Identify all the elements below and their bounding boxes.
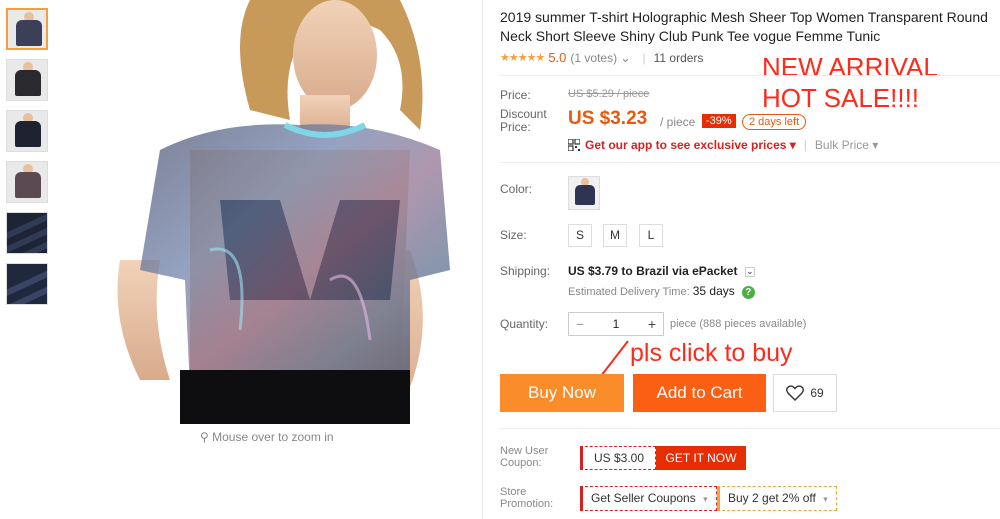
thumbnail-list (6, 8, 50, 314)
shipping-destination: Brazil via ePacket (636, 264, 738, 278)
estimated-delivery-label: Estimated Delivery Time: (568, 286, 690, 298)
wishlist-count: 69 (810, 386, 824, 400)
quantity-decrease-button[interactable]: − (569, 316, 591, 332)
heart-icon (786, 385, 805, 401)
new-user-label-line-1: New User (500, 445, 549, 457)
rating-row: ★★★★★ 5.0 (1 votes) ⌄ | 11 orders (500, 50, 703, 65)
estimated-delivery-days: 35 days (692, 284, 735, 298)
thumbnail-shirt (15, 70, 41, 96)
original-price: US $5.29 / piece (568, 88, 650, 100)
swatch-shirt (575, 185, 595, 205)
promo-line-2: HOT SALE!!!! (762, 83, 920, 113)
orders-count: 11 orders (653, 50, 704, 65)
product-info: 2019 summer T-shirt Holographic Mesh She… (500, 0, 1000, 519)
wishlist-button[interactable]: 69 (773, 374, 837, 412)
chevron-down-icon: ▾ (703, 494, 708, 504)
bundle-offer-dropdown[interactable]: Buy 2 get 2% off ▾ (717, 486, 837, 511)
divider (500, 428, 1000, 429)
separator: | (803, 138, 807, 152)
shipping-to: to (621, 264, 633, 278)
rating-value: 5.0 (548, 50, 567, 65)
discount-percent-badge: -39% (702, 114, 736, 128)
quantity-increase-button[interactable]: + (641, 316, 663, 332)
shipping-option[interactable]: US $3.79 to Brazil via ePacket ⌄ (568, 264, 755, 278)
discount-label-line-2: Price: (500, 120, 531, 134)
qr-code-icon (568, 139, 580, 151)
discount-price: US $3.23 (568, 108, 648, 129)
thumbnail-3[interactable] (6, 110, 48, 152)
get-it-now-button[interactable]: GET IT NOW (656, 446, 746, 470)
price-label: Price: (500, 88, 531, 102)
divider (500, 162, 1000, 163)
app-prices-text: Get our app to see exclusive prices (585, 138, 787, 152)
days-left-badge: 2 days left (742, 114, 807, 130)
app-prices-link[interactable]: Get our app to see exclusive prices ▾ (585, 138, 796, 152)
buy-now-button[interactable]: Buy Now (500, 374, 624, 412)
coupon-amount: US $3.00 (580, 446, 656, 470)
product-title: 2019 summer T-shirt Holographic Mesh She… (500, 9, 988, 44)
thumbnail-shirt (15, 121, 41, 147)
quantity-available: piece (888 pieces available) (670, 318, 807, 330)
size-label: Size: (500, 228, 527, 242)
chevron-down-icon: ▾ (823, 494, 828, 504)
new-user-coupon: US $3.00 GET IT NOW (580, 446, 746, 470)
chevron-down-icon: ▾ (872, 138, 879, 152)
color-label: Color: (500, 182, 533, 196)
store-promotion-label: Store Promotion: (500, 486, 553, 510)
store-label-line-2: Promotion: (500, 498, 554, 510)
zoom-hint: ⚲ Mouse over to zoom in (200, 430, 334, 444)
column-divider (482, 0, 483, 519)
thumbnail-shirt (16, 20, 42, 46)
thumbnail-4[interactable] (6, 161, 48, 203)
per-piece-unit: / piece (660, 115, 696, 129)
votes-link[interactable]: (1 votes) ⌄ (570, 51, 630, 65)
quantity-input[interactable]: 1 (591, 317, 641, 331)
product-photo-illustration (117, 0, 450, 424)
size-s-button[interactable]: S (568, 224, 592, 247)
app-prices-row: Get our app to see exclusive prices ▾ | … (568, 138, 878, 152)
discount-price-label: Discount Price: (500, 108, 547, 134)
estimated-delivery: Estimated Delivery Time: 35 days ? (568, 284, 755, 299)
color-swatch[interactable] (568, 176, 600, 210)
promo-line-1: NEW ARRIVAL (762, 52, 938, 82)
add-to-cart-button[interactable]: Add to Cart (633, 374, 766, 412)
thumbnail-shirt (15, 172, 41, 198)
seller-coupons-dropdown[interactable]: Get Seller Coupons ▾ (580, 486, 717, 511)
magnifier-icon: ⚲ (200, 430, 209, 444)
new-user-coupon-label: New User Coupon: (500, 445, 548, 469)
store-label-line-1: Store (500, 486, 527, 498)
bulk-price-text: Bulk Price (814, 138, 869, 152)
help-icon[interactable]: ? (741, 285, 755, 299)
thumbnail-2[interactable] (6, 59, 48, 101)
seller-coupons-text: Get Seller Coupons (591, 491, 696, 505)
main-product-image[interactable] (80, 0, 480, 424)
shipping-cost: US $3.79 (568, 264, 619, 278)
thumbnail-5[interactable] (6, 212, 48, 254)
quantity-stepper: − 1 + (568, 312, 664, 336)
promo-overlay-text: NEW ARRIVAL HOT SALE!!!! (762, 52, 938, 114)
zoom-hint-text: Mouse over to zoom in (212, 430, 334, 444)
separator: | (642, 50, 646, 65)
click-to-buy-annotation: pls click to buy (630, 339, 793, 367)
thumbnail-1[interactable] (6, 8, 48, 50)
bundle-offer-text: Buy 2 get 2% off (728, 491, 816, 505)
bulk-price-dropdown[interactable]: Bulk Price ▾ (815, 138, 878, 152)
chevron-down-icon: ⌄ (620, 50, 631, 65)
size-m-button[interactable]: M (603, 224, 627, 247)
size-l-button[interactable]: L (639, 224, 663, 247)
divider (500, 75, 1000, 76)
quantity-label: Quantity: (500, 317, 549, 331)
chevron-down-icon[interactable]: ⌄ (744, 266, 755, 277)
thumbnail-6[interactable] (6, 263, 48, 305)
shipping-label: Shipping: (500, 264, 551, 278)
votes-count: (1 votes) (570, 50, 618, 65)
chevron-down-icon: ▾ (789, 138, 796, 152)
new-user-label-line-2: Coupon: (500, 457, 542, 469)
star-rating-icon: ★★★★★ (500, 52, 545, 64)
